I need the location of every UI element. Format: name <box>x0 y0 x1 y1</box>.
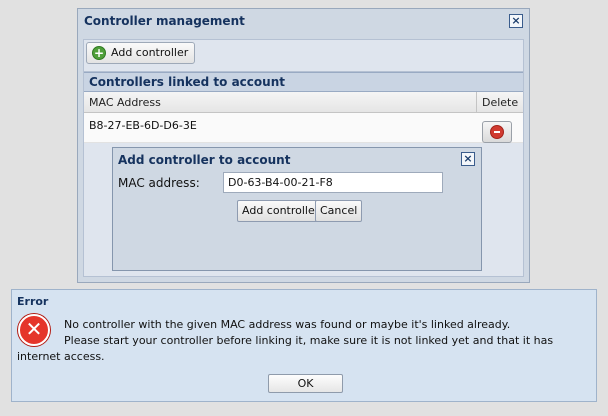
cancel-button[interactable]: Cancel <box>315 200 363 222</box>
close-icon[interactable]: × <box>509 14 523 28</box>
column-header-delete[interactable]: Delete <box>482 96 518 109</box>
error-message-line-3: internet access. <box>17 350 105 363</box>
error-message-line-2: Please start your controller before link… <box>64 334 554 347</box>
table-row[interactable]: B8-27-EB-6D-D6-3E <box>84 113 523 143</box>
add-controller-button[interactable]: + Add controller <box>86 42 196 64</box>
window-title: Controller management <box>84 14 245 28</box>
dialog-title: Add controller to account <box>118 153 291 167</box>
grid-title: Controllers linked to account <box>84 72 523 92</box>
error-icon: ✕ <box>18 314 50 346</box>
mac-address-label: MAC address: <box>118 176 200 190</box>
mac-address-input[interactable] <box>223 172 443 193</box>
error-title: Error <box>17 295 49 308</box>
column-separator <box>476 92 477 113</box>
row-mac-address: B8-27-EB-6D-D6-3E <box>89 119 197 132</box>
close-icon[interactable]: × <box>461 152 475 166</box>
plus-icon: + <box>92 46 106 60</box>
delete-button[interactable] <box>482 121 512 143</box>
grid-header: MAC Address Delete <box>84 92 523 113</box>
ok-button[interactable]: OK <box>268 374 343 393</box>
add-controller-label: Add controller <box>111 46 189 59</box>
error-message-line-1: No controller with the given MAC address… <box>64 318 511 331</box>
add-controller-submit-button[interactable]: Add controller <box>237 200 325 222</box>
add-controller-dialog: Add controller to account × MAC address:… <box>112 147 482 271</box>
toolbar: + Add controller <box>84 40 523 72</box>
column-header-mac[interactable]: MAC Address <box>89 96 161 109</box>
error-dialog: Error ✕ No controller with the given MAC… <box>11 289 597 402</box>
minus-icon <box>490 125 504 139</box>
